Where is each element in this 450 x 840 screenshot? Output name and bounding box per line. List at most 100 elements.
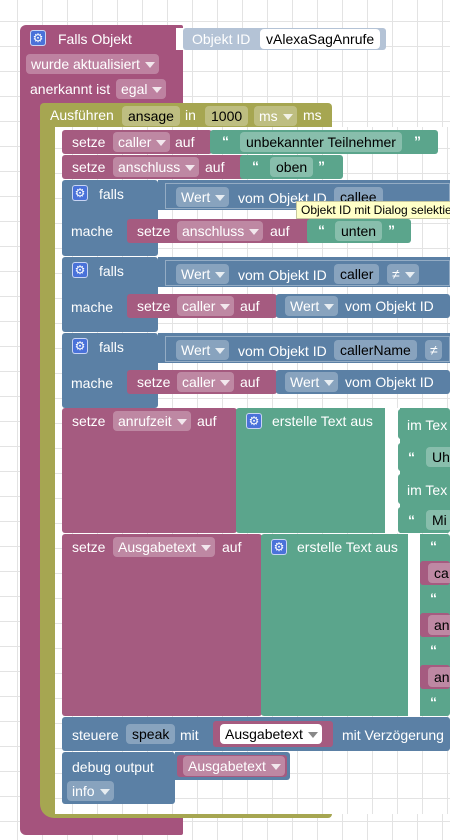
value-dropdown[interactable]: Wert [285,296,339,316]
operator-dropdown[interactable]: ≠ [425,340,442,360]
debug-level-dropdown[interactable]: info [67,781,114,801]
open-quote-icon: “ [408,449,415,465]
if-label: falls [99,186,124,202]
chevron-down-icon [270,764,281,771]
var-field[interactable]: ca [428,563,450,583]
chevron-down-icon [307,732,318,739]
tooltip: Objekt ID mit Dialog selektie [296,201,450,219]
to-label: auf [205,159,225,175]
control-target-field[interactable]: speak [126,724,176,744]
create-text-label: erstelle Text aus [272,413,373,429]
trigger-title: Falls Objekt [58,31,132,47]
chevron-down-icon [185,165,196,172]
ack-dropdown[interactable]: egal [116,79,167,99]
from-object-label: vom Objekt ID [238,267,327,283]
to-label: auf [175,134,195,150]
var-dropdown-ausgabetext[interactable]: Ausgabetext [183,756,285,776]
chevron-down-icon [324,304,335,311]
to-label: auf [240,374,260,390]
object-id-field[interactable]: caller [334,264,380,284]
to-label: auf [270,223,290,239]
event-dropdown[interactable]: wurde aktualisiert [26,54,159,74]
chevron-down-icon [176,419,187,426]
timeout-value-field[interactable]: 1000 [205,106,249,126]
set-label: setze [72,134,106,150]
set-label: setze [137,298,171,314]
delay-label: mit Verzögerung [342,727,444,743]
time-format-label: im Tex [407,482,448,498]
do-label: mache [71,375,114,391]
value-dropdown[interactable]: Wert [285,372,339,392]
string-field[interactable]: unten [335,221,383,241]
oid-input[interactable]: vAlexaSagAnrufe [260,29,381,49]
from-object-label: vom Objekt ID [238,343,327,359]
to-label: auf [197,413,217,429]
var-dropdown-anrufzeit[interactable]: anrufzeit [113,411,191,431]
gear-icon[interactable]: ⚙ [30,30,46,46]
to-label: auf [240,298,260,314]
chevron-down-icon [152,87,163,94]
gear-icon[interactable]: ⚙ [72,185,88,201]
close-quote-icon: ” [318,158,325,174]
chevron-down-icon [215,195,226,202]
chevron-down-icon [282,114,293,121]
open-quote-icon: “ [222,133,229,149]
close-quote-icon: ” [388,222,395,238]
time-format-label: im Tex [407,417,448,433]
value-dropdown[interactable]: Wert [176,187,230,207]
timeout-label: Ausführen [50,107,114,123]
timeout-name-field[interactable]: ansage [122,106,180,126]
string-field[interactable]: unbekannter Teilnehmer [240,132,402,152]
var-dropdown-caller[interactable]: caller [177,296,235,316]
set-label: setze [72,539,106,555]
chevron-down-icon [220,380,231,387]
timeout-unit-suffix: ms [303,107,322,123]
open-quote-icon: “ [430,590,437,606]
control-label: steuere [72,727,119,743]
set-label: setze [72,159,106,175]
open-quote-icon: “ [430,642,437,658]
timeout-unit-dropdown[interactable]: ms [254,106,297,126]
gear-icon[interactable]: ⚙ [72,338,88,354]
from-object-label: vom Objekt ID [345,298,434,314]
string-field[interactable]: Mi [426,510,450,530]
var-dropdown-ausgabetext[interactable]: Ausgabetext [220,724,322,744]
open-quote-icon: “ [430,538,437,554]
if-label: falls [99,263,124,279]
string-field[interactable]: oben [270,157,314,177]
set-label: setze [72,413,106,429]
operator-dropdown[interactable]: ≠ [387,264,419,284]
oid-label: Objekt ID [192,31,251,47]
var-dropdown-anschluss[interactable]: anschluss [113,157,200,177]
var-dropdown-caller[interactable]: caller [177,372,235,392]
chevron-down-icon [144,62,155,69]
gear-icon[interactable]: ⚙ [246,413,262,429]
value-dropdown[interactable]: Wert [176,264,230,284]
set-ausgabetext-block[interactable] [62,534,262,716]
chevron-down-icon [215,272,226,279]
object-id-field[interactable]: callerName [334,340,417,360]
chevron-down-icon [215,348,226,355]
chevron-down-icon [249,229,260,236]
chevron-down-icon [324,380,335,387]
var-dropdown-anschluss[interactable]: anschluss [177,221,264,241]
debug-label: debug output [72,759,154,775]
var-field[interactable]: an [428,615,450,635]
chevron-down-icon [99,789,110,796]
do-label: mache [71,299,114,315]
open-quote-icon: “ [430,694,437,710]
var-field[interactable]: an [428,667,450,687]
open-quote-icon: “ [408,512,415,528]
gear-icon[interactable]: ⚙ [72,262,88,278]
value-dropdown[interactable]: Wert [176,340,230,360]
var-dropdown-ausgabetext[interactable]: Ausgabetext [113,537,215,557]
chevron-down-icon [220,304,231,311]
chevron-down-icon [404,272,415,279]
var-dropdown-caller[interactable]: caller [113,132,171,152]
set-label: setze [137,223,171,239]
from-object-label: vom Objekt ID [345,374,434,390]
if-label: falls [99,339,124,355]
gear-icon[interactable]: ⚙ [271,539,287,555]
create-text-label: erstelle Text aus [297,539,398,555]
string-field[interactable]: Uh [426,447,450,467]
